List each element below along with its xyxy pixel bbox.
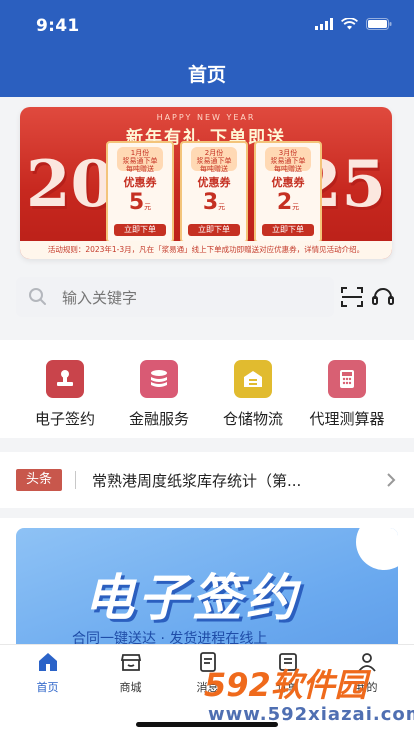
- promo-title: 电子签约: [84, 569, 300, 627]
- signal-icon: [315, 18, 333, 30]
- divider: [75, 471, 76, 489]
- coupon-month: 3月份 浆易通下单 每吨赠送: [265, 147, 311, 173]
- coupon-unit: 元: [144, 203, 152, 211]
- coupon-order-button[interactable]: 立即下单: [114, 224, 166, 236]
- tab-label: 消息: [196, 681, 219, 694]
- coupon-month: 2月份 浆易通下单 每吨赠送: [191, 147, 237, 173]
- stamp-icon: [46, 360, 84, 398]
- chevron-right-icon[interactable]: [386, 472, 396, 488]
- customer-service-icon[interactable]: [372, 287, 394, 307]
- coupon-order-button[interactable]: 立即下单: [262, 224, 314, 236]
- scan-icon[interactable]: [341, 287, 363, 307]
- store-icon: [120, 654, 141, 671]
- tab-home[interactable]: 首页: [6, 651, 89, 695]
- wifi-icon: [341, 18, 358, 30]
- search-bar[interactable]: [16, 277, 334, 317]
- tab-messages[interactable]: 消息: [166, 651, 249, 695]
- tab-profile[interactable]: 我的: [325, 651, 408, 695]
- coupon-unit: 元: [218, 203, 226, 211]
- order-icon: [278, 653, 297, 671]
- coins-icon: [140, 360, 178, 398]
- profile-icon: [357, 653, 376, 672]
- quick-item-label: 金融服务: [128, 410, 189, 428]
- search-input[interactable]: [60, 285, 324, 311]
- coupon-type: 优惠券: [123, 176, 157, 189]
- quick-item-label: 电子签约: [34, 410, 95, 428]
- tab-store[interactable]: 商城: [89, 651, 172, 695]
- quick-item-calculator[interactable]: 代理测算器: [301, 360, 393, 429]
- banner-eyebrow: HAPPY NEW YEAR: [156, 113, 256, 122]
- tab-label: 商城: [119, 681, 142, 694]
- coupon-card[interactable]: 3月份 浆易通下单 每吨赠送 优惠券 2元 立即下单: [254, 141, 322, 243]
- status-icons: [315, 18, 392, 30]
- battery-icon: [366, 18, 392, 30]
- page-title: 首页: [187, 64, 226, 86]
- coupon-month: 1月份 浆易通下单 每吨赠送: [117, 147, 163, 173]
- coupon-card[interactable]: 2月份 浆易通下单 每吨赠送 优惠券 3元 立即下单: [180, 141, 248, 243]
- banner-rules: 活动规则：2023年1-3月，凡在「浆易通」线上下单成功即赠送对应优惠券，详情见…: [20, 241, 392, 259]
- quick-item-label: 代理测算器: [309, 410, 385, 428]
- promo-banner[interactable]: HAPPY NEW YEAR 新年有礼 下单即送 20 25 1月份 浆易通下单…: [20, 107, 392, 259]
- news-headline[interactable]: 常熟港周度纸浆库存统计（第...: [92, 470, 352, 491]
- promo-corner-decoration: [356, 528, 398, 570]
- quick-services: 电子签约 金融服务 仓储物流 代理测算器: [0, 340, 414, 438]
- tab-orders[interactable]: 订单: [246, 651, 329, 695]
- coupon-unit: 元: [292, 203, 300, 211]
- status-time: 9:41: [36, 16, 80, 36]
- app-header: 9:41 首页: [0, 0, 414, 97]
- coupon-list: 1月份 浆易通下单 每吨赠送 优惠券 5元 立即下单 2月份 浆易通下单 每吨赠…: [106, 141, 322, 243]
- home-icon: [38, 653, 57, 671]
- search-icon: [29, 288, 46, 305]
- quick-item-label: 仓储物流: [222, 410, 283, 428]
- coupon-type: 优惠券: [271, 176, 305, 189]
- promo-section: 电子签约 合同一键送达 · 发货进程在线上: [0, 518, 414, 688]
- warehouse-icon: [234, 360, 272, 398]
- calculator-icon: [328, 360, 366, 398]
- coupon-order-button[interactable]: 立即下单: [188, 224, 240, 236]
- tab-label: 订单: [276, 681, 299, 694]
- quick-item-e-sign[interactable]: 电子签约: [19, 360, 111, 429]
- coupon-card[interactable]: 1月份 浆易通下单 每吨赠送 优惠券 5元 立即下单: [106, 141, 174, 243]
- banner-year-left: 20: [26, 147, 116, 222]
- message-icon: [199, 652, 216, 672]
- tab-label: 我的: [355, 681, 378, 694]
- coupon-type: 优惠券: [197, 176, 231, 189]
- coupon-amount: 3: [202, 190, 219, 215]
- home-indicator: [136, 722, 278, 727]
- tab-label: 首页: [36, 681, 59, 694]
- quick-item-finance[interactable]: 金融服务: [113, 360, 205, 429]
- news-tag: 头条: [16, 469, 62, 491]
- coupon-amount: 5: [128, 190, 145, 215]
- coupon-amount: 2: [276, 190, 293, 215]
- news-ticker[interactable]: 头条 常熟港周度纸浆库存统计（第...: [0, 452, 414, 508]
- quick-item-warehouse[interactable]: 仓储物流: [207, 360, 299, 429]
